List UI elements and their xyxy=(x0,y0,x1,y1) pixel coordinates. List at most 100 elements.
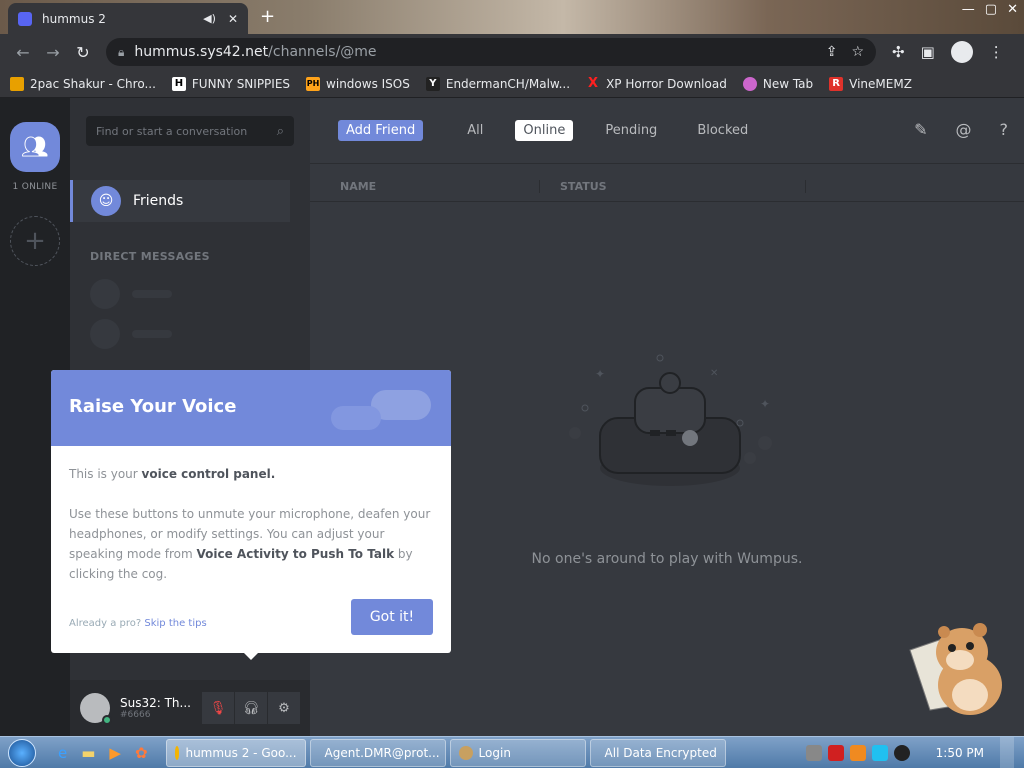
taskbar-item-label: All Data Encrypted xyxy=(604,745,717,760)
bookmark-item[interactable]: X XP Horror Download xyxy=(586,76,727,91)
taskbar-item[interactable]: Agent.DMR@prot... xyxy=(309,738,446,767)
column-status[interactable]: STATUS xyxy=(540,180,806,193)
show-desktop-button[interactable] xyxy=(1000,737,1014,768)
taskbar-item[interactable]: Login xyxy=(449,738,586,767)
bookmark-favicon-icon: R xyxy=(829,76,844,91)
hamster-desktop-pet[interactable] xyxy=(900,610,1010,720)
taskbar-item-label: Login xyxy=(478,745,511,760)
popup-title: Raise Your Voice xyxy=(69,396,237,417)
bookmark-item[interactable]: 2pac Shakur - Chro... xyxy=(10,76,156,91)
mute-microphone-icon[interactable]: 🎙︎ xyxy=(202,692,234,724)
maximize-icon[interactable]: ▢ xyxy=(985,2,997,17)
add-friend-button[interactable]: Add Friend xyxy=(338,120,424,141)
taskbar-item[interactable]: All Data Encrypted xyxy=(589,738,726,767)
tray-network-icon[interactable] xyxy=(871,745,888,761)
popup-line-2: Use these buttons to unmute your microph… xyxy=(69,507,431,581)
dm-placeholder xyxy=(90,319,290,349)
extensions-icon[interactable]: ✣ xyxy=(892,43,905,61)
tab-online[interactable]: Online xyxy=(515,120,574,141)
quick-launch: e ▬ ▶ ✿ xyxy=(44,744,162,762)
login-icon xyxy=(458,745,473,760)
browser-toolbar: ← → ↻ 🔒︎ hummus.sys42.net /channels/@me … xyxy=(0,34,1024,70)
bookmark-item[interactable]: H FUNNY SNIPPIES xyxy=(171,76,290,91)
voice-tip-popup: Raise Your Voice This is your voice cont… xyxy=(51,370,451,660)
forward-icon[interactable]: → xyxy=(38,43,68,62)
popup-footer: Already a pro? Skip the tips xyxy=(69,618,207,629)
speaker-icon[interactable]: ◀) xyxy=(203,12,216,25)
online-status-icon xyxy=(102,715,112,725)
bookmark-label: 2pac Shakur - Chro... xyxy=(30,76,156,91)
bookmark-favicon-icon: X xyxy=(588,76,599,91)
bookmark-favicon-icon: H xyxy=(171,76,186,91)
svg-text:✦: ✦ xyxy=(595,367,605,381)
reload-icon[interactable]: ↻ xyxy=(68,43,98,62)
friends-icon: ☺ xyxy=(91,186,121,216)
internet-explorer-icon[interactable]: e xyxy=(58,744,67,762)
tray-app-icon[interactable] xyxy=(805,745,822,761)
bookmark-favicon-icon xyxy=(10,76,24,91)
back-icon[interactable]: ← xyxy=(8,43,38,62)
bookmark-label: VineMEMZ xyxy=(849,76,912,91)
share-icon[interactable]: ⇪ xyxy=(826,44,838,60)
deafen-headphones-icon[interactable]: 🎧︎ xyxy=(235,692,267,724)
side-panel-icon[interactable]: ▣ xyxy=(921,43,935,61)
folder-icon[interactable]: ▬ xyxy=(81,744,95,762)
menu-icon[interactable]: ⋮ xyxy=(989,43,1004,61)
lock-icon[interactable]: 🔒︎ xyxy=(118,45,124,60)
app-icon[interactable]: ✿ xyxy=(135,744,148,762)
popup-line-1: This is your voice control panel. xyxy=(69,467,276,481)
taskbar-clock[interactable]: 1:50 PM xyxy=(936,746,984,760)
avatar[interactable] xyxy=(80,693,112,725)
online-count: 1 ONLINE xyxy=(12,182,58,192)
discord-favicon-icon xyxy=(18,11,32,26)
bookmark-favicon-icon xyxy=(742,76,757,91)
window-close-icon[interactable]: ✕ xyxy=(1007,2,1018,17)
cloud-decoration xyxy=(331,406,381,430)
browser-tab-active[interactable]: hummus 2 ◀) ✕ xyxy=(8,3,248,34)
bookmark-star-icon[interactable]: ☆ xyxy=(851,44,864,60)
bookmark-label: windows ISOS xyxy=(326,76,410,91)
chrome-icon xyxy=(174,745,180,760)
wumpus-empty-illustration: ✦ ✕ ✦ xyxy=(569,354,772,486)
bookmark-item[interactable]: R VineMEMZ xyxy=(829,76,912,91)
media-player-icon[interactable]: ▶ xyxy=(109,744,121,762)
search-input[interactable]: Find or start a conversation ⌕ xyxy=(86,116,294,146)
got-it-button[interactable]: Got it! xyxy=(351,599,433,635)
tray-search-icon[interactable] xyxy=(849,745,866,761)
svg-text:✦: ✦ xyxy=(760,397,770,411)
friends-column-headers: NAME STATUS xyxy=(310,172,1024,202)
new-group-dm-icon[interactable]: ✎ xyxy=(914,120,927,139)
new-tab-button[interactable]: + xyxy=(260,6,275,27)
add-server-button[interactable]: + xyxy=(10,216,60,266)
tray-antivirus-icon[interactable] xyxy=(827,745,844,761)
tab-title: hummus 2 xyxy=(42,11,106,26)
popup-pointer xyxy=(243,652,259,660)
sidebar-item-label: Friends xyxy=(133,193,184,209)
bookmark-item[interactable]: Y EndermanCH/Malw... xyxy=(425,76,570,91)
bookmark-label: XP Horror Download xyxy=(606,76,727,91)
profile-avatar[interactable] xyxy=(950,41,973,63)
taskbar-item[interactable]: hummus 2 - Goo... xyxy=(165,738,306,767)
url-path: /channels/@me xyxy=(268,44,377,60)
sidebar-item-friends[interactable]: ☺ Friends xyxy=(70,180,290,222)
tab-all[interactable]: All xyxy=(459,120,491,141)
mentions-icon[interactable]: @ xyxy=(956,120,972,139)
home-button[interactable]: 👥︎ xyxy=(10,122,60,172)
start-button[interactable] xyxy=(0,737,44,768)
minimize-icon[interactable]: — xyxy=(962,2,975,17)
tab-pending[interactable]: Pending xyxy=(597,120,665,141)
bookmark-label: New Tab xyxy=(762,76,814,91)
popup-header: Raise Your Voice xyxy=(51,370,451,446)
settings-cog-icon[interactable]: ⚙ xyxy=(268,692,300,724)
address-bar[interactable]: 🔒︎ hummus.sys42.net /channels/@me ⇪ ☆ xyxy=(106,38,876,66)
help-icon[interactable]: ? xyxy=(1000,120,1009,139)
bookmark-item[interactable]: New Tab xyxy=(742,76,814,91)
tab-blocked[interactable]: Blocked xyxy=(689,120,756,141)
column-name[interactable]: NAME xyxy=(310,180,540,193)
tray-volume-icon[interactable] xyxy=(893,745,910,761)
bookmark-item[interactable]: PH windows ISOS xyxy=(306,76,410,91)
tab-close-icon[interactable]: ✕ xyxy=(228,12,238,26)
bookmark-favicon-icon: PH xyxy=(306,76,321,91)
skip-tips-link[interactable]: Skip the tips xyxy=(144,618,206,629)
taskbar-item-label: Agent.DMR@prot... xyxy=(324,745,440,760)
